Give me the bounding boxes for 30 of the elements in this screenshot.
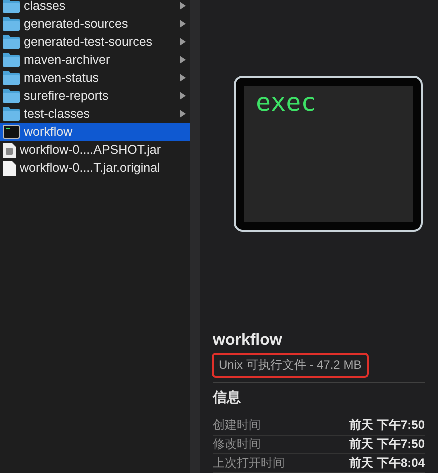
info-value: 前天 下午7:50	[350, 417, 425, 434]
folder-icon	[3, 17, 20, 31]
file-row[interactable]: surefire-reports	[0, 87, 190, 105]
folder-icon	[3, 53, 20, 67]
folder-icon	[3, 71, 20, 85]
file-row[interactable]: workflow	[0, 123, 190, 141]
file-row[interactable]: workflow-0....T.jar.original	[0, 159, 190, 177]
folder-icon	[3, 107, 20, 121]
section-title: 信息	[213, 389, 242, 408]
file-row[interactable]: maven-archiver	[0, 51, 190, 69]
file-row[interactable]: workflow-0....APSHOT.jar	[0, 141, 190, 159]
file-row[interactable]: generated-test-sources	[0, 33, 190, 51]
info-value: 前天 下午7:50	[350, 436, 425, 454]
file-row[interactable]: classes	[0, 0, 190, 15]
document-icon	[3, 160, 16, 176]
archive-file-icon	[3, 142, 16, 158]
folder-icon	[3, 0, 20, 13]
file-kind: Unix 可执行文件 - 47.2 MB	[212, 353, 369, 378]
info-label: 上次打开时间	[213, 454, 285, 472]
folder-icon	[3, 89, 20, 103]
info-label: 修改时间	[213, 436, 261, 454]
file-row[interactable]: generated-sources	[0, 15, 190, 33]
info-label: 创建时间	[213, 417, 261, 434]
file-name: workflow	[213, 332, 284, 350]
file-row[interactable]: test-classes	[0, 105, 190, 123]
icon-label: exec	[256, 88, 316, 117]
folder-icon	[3, 35, 20, 49]
info-value: 前天 下午8:04	[350, 454, 425, 472]
file-row[interactable]: maven-status	[0, 69, 190, 87]
terminal-icon	[3, 125, 20, 139]
